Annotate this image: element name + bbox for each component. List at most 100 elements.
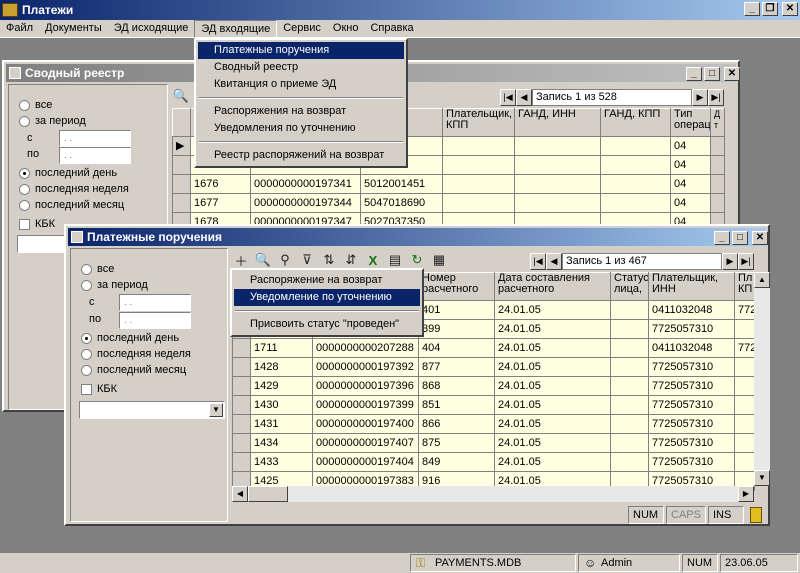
table-cell[interactable]	[232, 395, 251, 415]
table-cell[interactable]	[232, 376, 251, 396]
table-cell[interactable]	[734, 319, 755, 339]
table-cell[interactable]	[734, 414, 755, 434]
radio-period[interactable]: за период	[81, 279, 148, 291]
menu-item-summary-registry[interactable]: Сводный реестр	[198, 59, 404, 76]
table-cell[interactable]	[232, 338, 251, 358]
horizontal-scrollbar[interactable]: ◀ ▶	[232, 486, 754, 502]
table-cell[interactable]: 7725057310	[648, 395, 735, 415]
radio-all[interactable]: все	[81, 263, 114, 275]
menu-window[interactable]: Окно	[327, 20, 365, 38]
payments-maximize-button[interactable]: □	[732, 231, 748, 245]
menu-ed-incoming[interactable]: ЭД входящие	[194, 19, 278, 38]
table-row[interactable]: 1428 0000000000197392 877 24.01.05 772505731…	[232, 357, 755, 377]
col-header[interactable]: Д т	[710, 108, 725, 137]
table-cell[interactable]: 1430	[250, 395, 313, 415]
chevron-down-icon[interactable]: ▼	[209, 403, 223, 417]
table-row[interactable]: 1676 0000000000197341 5012001451 04	[172, 174, 725, 194]
table-cell[interactable]	[610, 338, 649, 358]
scroll-down-icon[interactable]: ▼	[754, 470, 770, 486]
table-row[interactable]: 1711 0000000000207288 404 24.01.05 041103204…	[232, 338, 755, 358]
table-cell[interactable]: 24.01.05	[494, 300, 611, 320]
table-row[interactable]: 1433 0000000000197404 849 24.01.05 772505731…	[232, 452, 755, 472]
menu-item-clarifications[interactable]: Уведомления по уточнению	[198, 120, 404, 137]
next-record-button[interactable]: ▶	[692, 88, 708, 106]
menu-item-receipt[interactable]: Квитанция о приеме ЭД	[198, 76, 404, 93]
scroll-right-icon[interactable]: ▶	[738, 486, 754, 502]
menu-documents[interactable]: Документы	[39, 20, 108, 38]
table-cell[interactable]: 0000000000197396	[312, 376, 419, 396]
col-header[interactable]: Пл КП	[734, 272, 755, 301]
table-cell[interactable]	[610, 300, 649, 320]
scroll-left-icon[interactable]: ◀	[232, 486, 248, 502]
table-cell[interactable]	[610, 376, 649, 396]
minimize-button[interactable]: _	[744, 2, 760, 16]
table-cell[interactable]: 0411032048	[648, 338, 735, 358]
registry-to-date[interactable]: . .	[59, 147, 131, 164]
table-cell[interactable]	[610, 319, 649, 339]
table-cell[interactable]: 877	[418, 357, 495, 377]
payments-close-button[interactable]: ✕	[752, 231, 768, 245]
scroll-up-icon[interactable]: ▲	[754, 272, 770, 288]
table-cell[interactable]: 875	[418, 433, 495, 453]
table-row[interactable]: 1430 0000000000197399 851 24.01.05 772505731…	[232, 395, 755, 415]
table-cell[interactable]: 1711	[250, 338, 313, 358]
col-header[interactable]: ГАНД, КПП	[600, 108, 671, 137]
table-cell[interactable]: 1431	[250, 414, 313, 434]
table-row[interactable]: 1431 0000000000197400 866 24.01.05 772505731…	[232, 414, 755, 434]
table-cell[interactable]: 772	[734, 338, 755, 358]
payments-minimize-button[interactable]: _	[714, 231, 730, 245]
close-button[interactable]: ✕	[782, 2, 798, 16]
table-cell[interactable]: 772	[734, 300, 755, 320]
table-cell[interactable]: 24.01.05	[494, 395, 611, 415]
table-cell[interactable]: 0000000000197399	[312, 395, 419, 415]
col-header[interactable]: Тип операц	[670, 108, 711, 137]
table-cell[interactable]: 7725057310	[648, 433, 735, 453]
kbk-checkbox[interactable]: КБК	[19, 218, 55, 230]
table-cell[interactable]: 7725057310	[648, 319, 735, 339]
table-cell[interactable]: 1433	[250, 452, 313, 472]
search-icon[interactable]: 🔍	[170, 85, 192, 107]
table-cell[interactable]: 868	[418, 376, 495, 396]
table-cell[interactable]: 404	[418, 338, 495, 358]
context-item-set-status[interactable]: Присвоить статус "проведен"	[234, 316, 420, 333]
menu-help[interactable]: Справка	[364, 20, 419, 38]
menu-ed-outgoing[interactable]: ЭД исходящие	[108, 20, 195, 38]
radio-last-week[interactable]: последняя неделя	[19, 183, 129, 195]
table-cell[interactable]	[232, 414, 251, 434]
radio-last-day[interactable]: последний день	[19, 167, 117, 179]
registry-close-button[interactable]: ✕	[724, 67, 740, 81]
table-cell[interactable]	[734, 452, 755, 472]
table-cell[interactable]	[610, 395, 649, 415]
table-cell[interactable]: 24.01.05	[494, 376, 611, 396]
radio-period[interactable]: за период	[19, 115, 86, 127]
menu-service[interactable]: Сервис	[277, 20, 327, 38]
table-cell[interactable]: 1428	[250, 357, 313, 377]
radio-all[interactable]: все	[19, 99, 52, 111]
table-cell[interactable]: 0000000000197404	[312, 452, 419, 472]
kbk-checkbox[interactable]: КБК	[81, 383, 117, 395]
table-cell[interactable]	[734, 357, 755, 377]
menu-item-payment-orders[interactable]: Платежные поручения	[198, 42, 404, 59]
table-cell[interactable]: 399	[418, 319, 495, 339]
table-cell[interactable]: 401	[418, 300, 495, 320]
table-cell[interactable]: 1429	[250, 376, 313, 396]
table-cell[interactable]: 24.01.05	[494, 357, 611, 377]
table-row[interactable]: 1677 0000000000197344 5047018690 04	[172, 193, 725, 213]
last-record-button[interactable]: ▶|	[708, 88, 724, 106]
first-record-button[interactable]: |◀	[530, 252, 546, 270]
table-cell[interactable]: 849	[418, 452, 495, 472]
context-item-refund[interactable]: Распоряжение на возврат	[234, 272, 420, 289]
table-cell[interactable]	[734, 433, 755, 453]
table-cell[interactable]: 0000000000197407	[312, 433, 419, 453]
table-cell[interactable]: 7725057310	[648, 357, 735, 377]
table-row[interactable]: 1434 0000000000197407 875 24.01.05 772505731…	[232, 433, 755, 453]
table-row[interactable]: 1429 0000000000197396 868 24.01.05 772505731…	[232, 376, 755, 396]
payments-to-date[interactable]: . .	[119, 312, 191, 329]
payments-from-date[interactable]: . .	[119, 294, 191, 311]
table-cell[interactable]	[232, 357, 251, 377]
table-cell[interactable]: 7725057310	[648, 414, 735, 434]
vertical-scrollbar[interactable]: ▲ ▼	[754, 272, 770, 486]
next-record-button[interactable]: ▶	[722, 252, 738, 270]
table-cell[interactable]: 0000000000197400	[312, 414, 419, 434]
table-cell[interactable]	[232, 433, 251, 453]
